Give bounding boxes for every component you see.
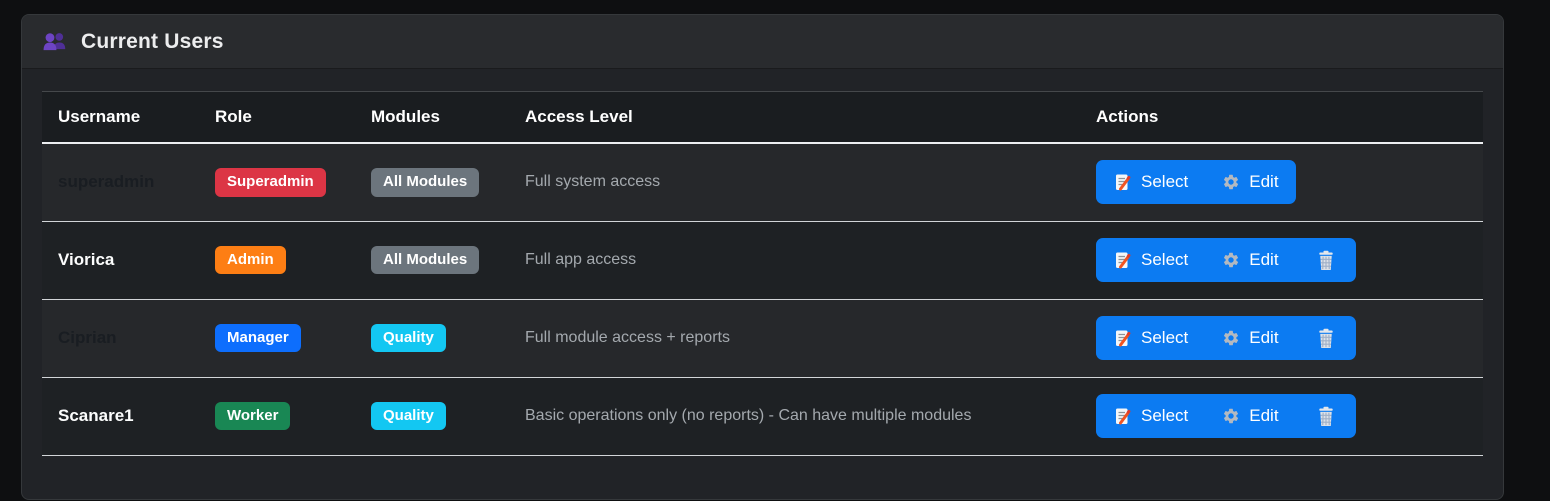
username-cell: Viorica [58, 250, 114, 269]
gear-icon [1222, 251, 1240, 269]
trash-icon [1316, 250, 1336, 271]
memo-icon [1113, 329, 1132, 348]
delete-button[interactable] [1296, 316, 1356, 360]
card-header: Current Users [22, 15, 1503, 69]
memo-icon [1113, 407, 1132, 426]
username-cell: Scanare1 [58, 406, 134, 425]
table-header-row: Username Role Modules Access Level Actio… [42, 92, 1483, 144]
role-badge: Manager [215, 324, 301, 353]
memo-icon [1113, 173, 1132, 192]
edit-button-label: Edit [1249, 172, 1278, 192]
edit-button[interactable]: Edit [1205, 394, 1295, 438]
access-level-text: Full system access [525, 173, 660, 190]
select-button[interactable]: Select [1096, 394, 1205, 438]
username-cell: Ciprian [58, 328, 117, 347]
edit-button-label: Edit [1249, 328, 1278, 348]
actions-group: Select Edit [1096, 394, 1356, 438]
select-button-label: Select [1141, 172, 1188, 192]
gear-icon [1222, 407, 1240, 425]
module-badge: All Modules [371, 246, 479, 275]
role-badge: Admin [215, 246, 286, 275]
actions-group: Select Edit [1096, 238, 1356, 282]
actions-group: Select Edit [1096, 316, 1356, 360]
current-users-card: Current Users Username Role Modules Acce… [21, 14, 1504, 500]
module-badge: All Modules [371, 168, 479, 197]
role-badge: Superadmin [215, 168, 326, 197]
column-header-actions: Actions [1080, 92, 1483, 144]
select-button-label: Select [1141, 250, 1188, 270]
edit-button[interactable]: Edit [1205, 316, 1295, 360]
column-header-role: Role [199, 92, 355, 144]
memo-icon [1113, 251, 1132, 270]
edit-button[interactable]: Edit [1205, 160, 1295, 204]
delete-button[interactable] [1296, 394, 1356, 438]
module-badge: Quality [371, 324, 446, 353]
access-level-text: Full app access [525, 251, 636, 268]
role-badge: Worker [215, 402, 290, 431]
gear-icon [1222, 329, 1240, 347]
column-header-username: Username [42, 92, 199, 144]
select-button[interactable]: Select [1096, 238, 1205, 282]
module-badge: Quality [371, 402, 446, 431]
select-button-label: Select [1141, 406, 1188, 426]
access-level-text: Full module access + reports [525, 329, 730, 346]
select-button[interactable]: Select [1096, 316, 1205, 360]
edit-button-label: Edit [1249, 406, 1278, 426]
table-row: Viorica Admin All Modules Full app acces… [42, 221, 1483, 299]
delete-button[interactable] [1296, 238, 1356, 282]
gear-icon [1222, 173, 1240, 191]
table-row: superadmin Superadmin All Modules Full s… [42, 143, 1483, 221]
users-icon [41, 30, 68, 53]
column-header-modules: Modules [355, 92, 509, 144]
table-row: Scanare1 Worker Quality Basic operations… [42, 377, 1483, 455]
select-button[interactable]: Select [1096, 160, 1205, 204]
card-body: Username Role Modules Access Level Actio… [22, 69, 1503, 478]
select-button-label: Select [1141, 328, 1188, 348]
username-cell: superadmin [58, 172, 154, 191]
users-table: Username Role Modules Access Level Actio… [42, 91, 1483, 456]
page-title: Current Users [81, 30, 224, 54]
column-header-access-level: Access Level [509, 92, 1080, 144]
edit-button-label: Edit [1249, 250, 1278, 270]
access-level-text: Basic operations only (no reports) - Can… [525, 407, 971, 424]
table-row: Ciprian Manager Quality Full module acce… [42, 299, 1483, 377]
trash-icon [1316, 328, 1336, 349]
edit-button[interactable]: Edit [1205, 238, 1295, 282]
trash-icon [1316, 406, 1336, 427]
actions-group: Select Edit [1096, 160, 1296, 204]
